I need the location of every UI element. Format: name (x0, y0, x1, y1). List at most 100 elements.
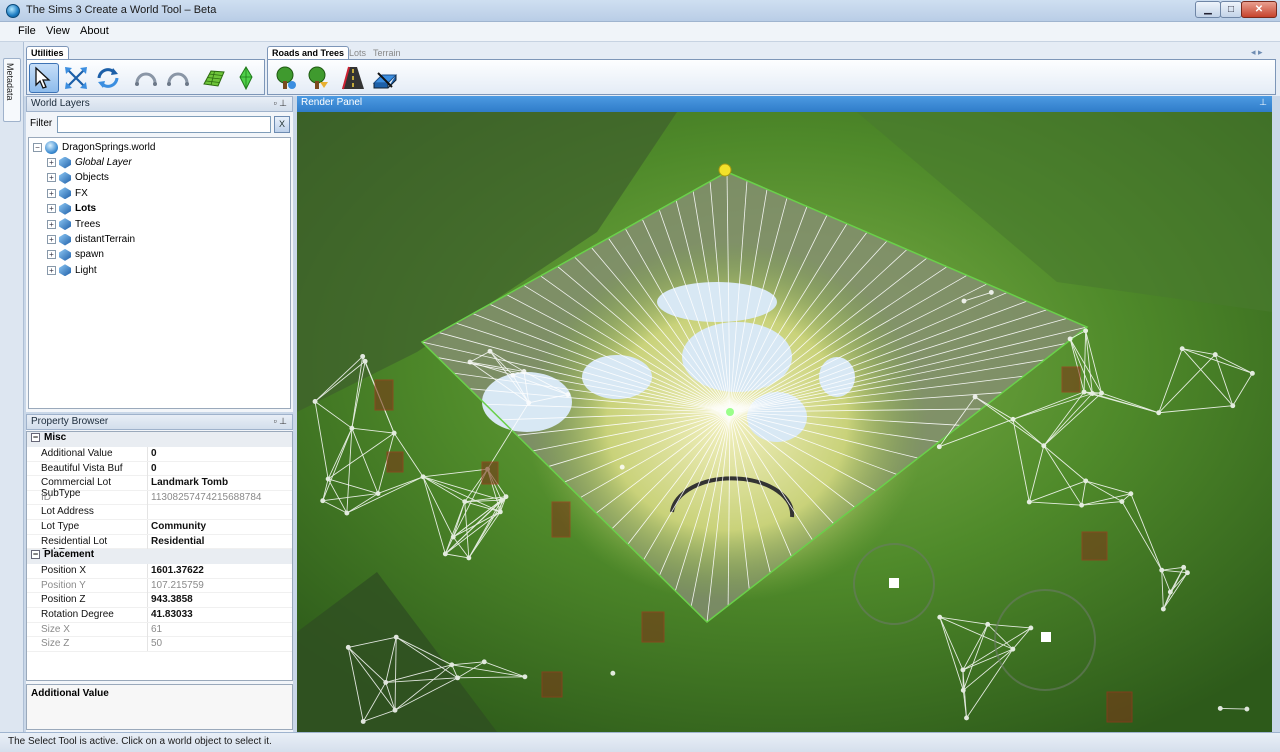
property-divider (147, 578, 148, 593)
select-tool-button[interactable] (29, 63, 59, 93)
filter-row: Filter X (26, 114, 293, 136)
world-globe-icon (45, 141, 58, 154)
expand-icon[interactable]: + (47, 173, 56, 183)
filter-clear-button[interactable]: X (274, 116, 290, 133)
world-layers-panel: World Layers ▫ ⊥ Filter X − DragonSpring… (26, 96, 293, 412)
property-row[interactable]: Position Y 107.215759 (27, 578, 292, 594)
undo-tool-button[interactable] (131, 63, 161, 93)
layer-item[interactable]: + distantTerrain (47, 232, 135, 247)
property-row[interactable]: Additional Value 0 (27, 447, 292, 462)
layer-icon (59, 264, 71, 277)
property-value[interactable]: Landmark Tomb (151, 477, 228, 488)
terrain-grid-tool-button[interactable] (199, 63, 229, 93)
layer-icon (59, 248, 71, 261)
layer-item-label: Trees (75, 218, 101, 230)
close-button[interactable]: ✕ (1241, 1, 1277, 18)
property-row[interactable]: Beautiful Vista Buf 0 (27, 461, 292, 477)
property-name: Position Z (41, 594, 86, 606)
spawn-point[interactable] (1041, 632, 1051, 642)
roads-trees-toolstrip (267, 59, 1276, 95)
move-tool-button[interactable] (61, 63, 91, 93)
collapse-icon[interactable]: − (33, 143, 42, 152)
property-name: Rotation Degree (41, 609, 114, 620)
property-divider (147, 490, 148, 505)
property-name: ID (41, 491, 51, 503)
layer-item[interactable]: + Objects (47, 170, 109, 185)
pin-icon[interactable]: ▫ ⊥ (273, 416, 287, 427)
side-strip: Metadata (0, 42, 24, 732)
layer-item[interactable]: + Lots (47, 201, 96, 216)
expand-icon[interactable]: + (47, 219, 56, 229)
expand-icon[interactable]: + (47, 188, 56, 198)
pin-icon[interactable]: ⊥ (1259, 97, 1267, 108)
edit-tree-button[interactable] (302, 63, 332, 93)
lot-center-marker[interactable] (726, 408, 734, 416)
layer-item-label: Objects (75, 172, 109, 184)
layer-item[interactable]: + Trees (47, 217, 100, 232)
property-row[interactable]: Lot Type Community (27, 520, 292, 535)
property-value[interactable]: 0 (151, 448, 157, 459)
property-value: 61 (151, 623, 163, 635)
property-row[interactable]: Lot Address (27, 505, 292, 520)
property-value[interactable]: 1601.37622 (151, 565, 204, 576)
property-category[interactable]: − Misc (27, 432, 292, 447)
property-browser-panel: Property Browser ▫ ⊥ − Misc Additional Val… (26, 414, 293, 732)
render-panel-header: Render Panel ⊥ (297, 96, 1272, 112)
property-row[interactable]: ID 11308257474215688784 (27, 490, 292, 506)
expand-icon[interactable]: + (47, 250, 56, 260)
maximize-button[interactable]: □ (1220, 1, 1242, 18)
layer-item[interactable]: + Light (47, 263, 97, 278)
property-row[interactable]: Position Z 943.3858 (27, 593, 292, 608)
selection-handle[interactable] (718, 163, 732, 177)
redo-arc-icon (167, 72, 189, 86)
filter-input[interactable] (57, 116, 271, 133)
collapse-icon[interactable]: − (31, 550, 40, 560)
spawn-point[interactable] (889, 578, 899, 588)
property-grid: − Misc Additional Value 0 Beautiful Vista Bu… (26, 431, 293, 681)
menu-about[interactable]: About (80, 25, 109, 37)
property-row[interactable]: Size Z 50 (27, 637, 292, 652)
property-value[interactable]: Residential (151, 536, 204, 547)
expand-icon[interactable]: + (47, 235, 56, 244)
layer-item[interactable]: + FX (47, 186, 88, 201)
property-row[interactable]: Rotation Degree 41.83033 (27, 608, 292, 623)
metadata-side-tab[interactable]: Metadata (3, 58, 21, 122)
expand-icon[interactable]: + (47, 265, 56, 275)
layer-item-label: Lots (75, 203, 97, 215)
property-description: Additional Value (26, 684, 293, 730)
property-row[interactable]: Size X 61 (27, 622, 292, 638)
rotate-tool-button[interactable] (93, 63, 123, 93)
tree-root[interactable]: − DragonSprings.world (33, 140, 155, 155)
property-row[interactable]: Commercial Lot SubType Landmark Tomb (27, 476, 292, 499)
property-value[interactable]: 41.83033 (151, 609, 193, 620)
redo-tool-button[interactable] (163, 63, 193, 93)
property-value: 107.215759 (151, 579, 204, 591)
property-category[interactable]: − Placement (27, 549, 292, 565)
layer-icon (59, 171, 71, 184)
property-divider (147, 447, 148, 461)
layer-icon (59, 233, 71, 246)
plumbob-tool-button[interactable] (231, 63, 261, 93)
expand-icon[interactable]: + (47, 204, 56, 214)
menu-view[interactable]: View (46, 25, 70, 37)
property-value[interactable]: Community (151, 521, 206, 532)
collapse-icon[interactable]: − (31, 433, 40, 442)
bridge-tool-button[interactable] (370, 63, 400, 93)
undo-arc-icon (135, 72, 157, 86)
pin-icon[interactable]: ▫ ⊥ (273, 98, 287, 109)
property-row[interactable]: Residential Lot SubTypeResidential (27, 534, 292, 558)
property-value[interactable]: 0 (151, 463, 157, 474)
layer-item[interactable]: + Global Layer (47, 155, 132, 170)
world-viewport[interactable] (297, 112, 1272, 732)
road-tool-button[interactable] (338, 63, 368, 93)
property-value[interactable]: 943.3858 (151, 594, 193, 605)
expand-icon[interactable]: + (47, 158, 56, 167)
property-divider (147, 520, 148, 534)
property-description-title: Additional Value (31, 688, 109, 699)
menu-file[interactable]: File (18, 25, 36, 37)
minimize-button[interactable]: ▁ (1195, 1, 1221, 18)
property-row[interactable]: Position X 1601.37622 (27, 564, 292, 579)
toolbar-scroll-arrows[interactable]: ◂ ▸ (1251, 47, 1263, 58)
add-tree-button[interactable] (270, 63, 300, 93)
layer-item[interactable]: + spawn (47, 247, 104, 262)
